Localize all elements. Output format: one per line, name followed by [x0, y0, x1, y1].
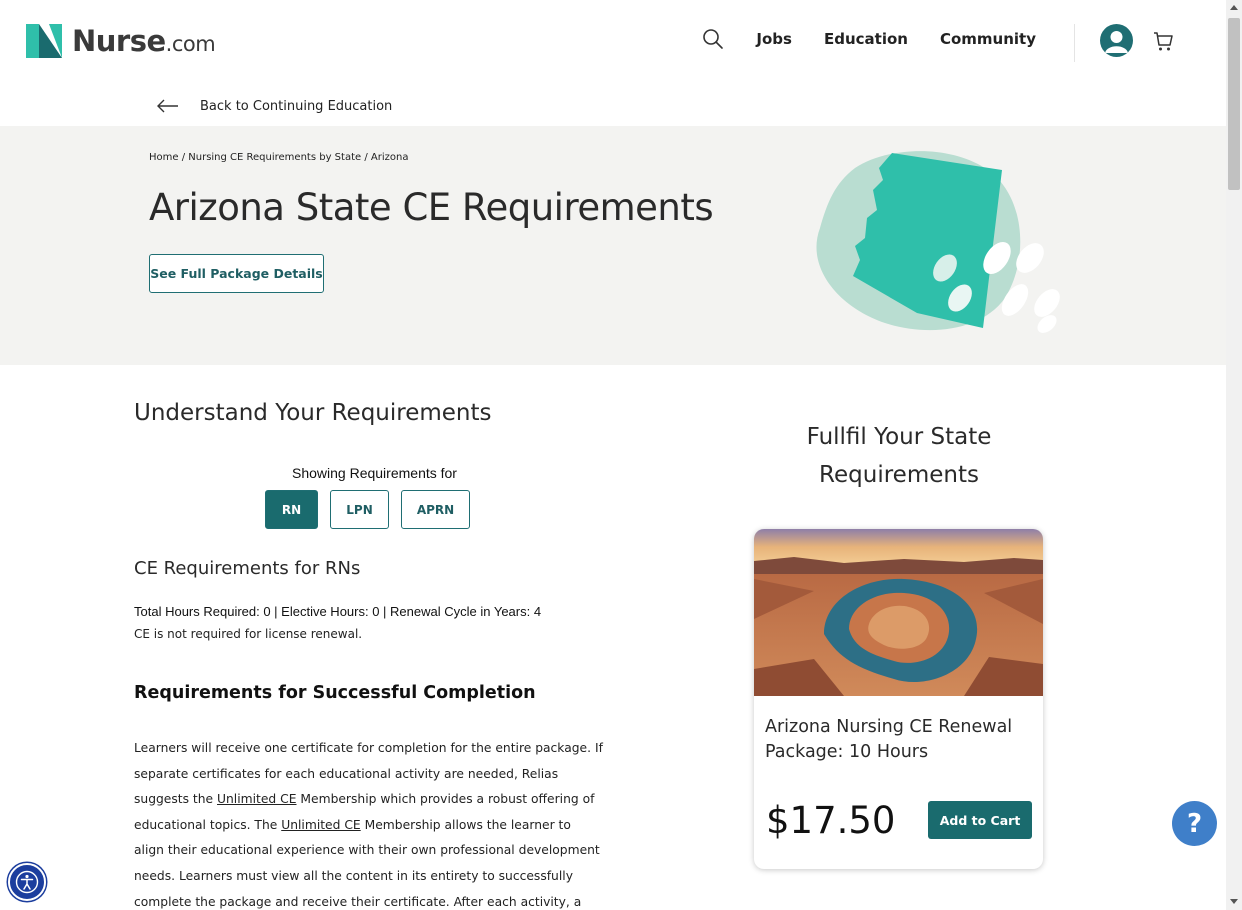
back-link-label: Back to Continuing Education: [200, 98, 393, 114]
package-card: Arizona Nursing CE Renewal Package: 10 H…: [754, 529, 1043, 869]
help-icon[interactable]: ?: [1172, 801, 1217, 846]
breadcrumb-current: Arizona: [370, 152, 409, 163]
arizona-map-illustration: [816, 151, 1060, 333]
user-avatar-icon[interactable]: [1100, 24, 1133, 57]
completion-heading: Requirements for Successful Completion: [134, 683, 536, 703]
main-nav: Jobs Education Community: [702, 28, 1036, 50]
ce-requirements-heading: CE Requirements for RNs: [134, 558, 361, 579]
completion-text: Learners will receive one certificate fo…: [134, 741, 603, 909]
hero-banner: Home / Nursing CE Requirements by State …: [0, 126, 1226, 365]
fulfil-heading: Fullfil Your State Requirements: [806, 424, 992, 488]
nav-community[interactable]: Community: [940, 30, 1036, 48]
add-to-cart-button[interactable]: Add to Cart: [928, 801, 1032, 839]
not-required-note: CE is not required for license renewal.: [134, 627, 363, 641]
tab-lpn[interactable]: LPN: [330, 490, 389, 529]
tab-rn[interactable]: RN: [265, 490, 318, 529]
page-title: Arizona State CE Requirements: [149, 186, 714, 229]
showing-label: Showing Requirements for: [292, 465, 457, 481]
logo-mark-icon: [26, 24, 62, 58]
nav-education[interactable]: Education: [824, 30, 908, 48]
hours-summary: Total Hours Required: 0 | Elective Hours…: [134, 604, 542, 619]
back-arrow-icon: [157, 99, 178, 113]
understand-heading: Understand Your Requirements: [134, 400, 492, 426]
cart-icon[interactable]: [1152, 30, 1174, 52]
logo-text: Nurse.com: [72, 24, 216, 58]
package-title[interactable]: Arizona Nursing CE Renewal Package: 10 H…: [765, 715, 1035, 765]
unlimited-ce-link[interactable]: Unlimited CE: [281, 818, 360, 832]
horseshoe-bend-image: [754, 529, 1043, 696]
package-price: $17.50: [766, 799, 896, 842]
license-tabs: RN LPN APRN: [265, 490, 470, 529]
unlimited-ce-link[interactable]: Unlimited CE: [217, 792, 296, 806]
scroll-down-icon[interactable]: [1230, 899, 1238, 904]
nav-divider: [1074, 24, 1075, 62]
breadcrumb-home[interactable]: Home: [149, 152, 179, 163]
scrollbar-thumb[interactable]: [1228, 18, 1240, 190]
tab-aprn[interactable]: APRN: [401, 490, 470, 529]
scroll-up-icon[interactable]: [1230, 5, 1238, 10]
nurse-com-logo[interactable]: Nurse.com: [26, 24, 216, 58]
breadcrumb-state-requirements[interactable]: Nursing CE Requirements by State: [188, 152, 361, 163]
accessibility-icon[interactable]: [8, 863, 46, 901]
search-icon[interactable]: [702, 28, 724, 50]
site-header: Nurse.com Jobs Education Community: [0, 0, 1226, 84]
breadcrumb: Home / Nursing CE Requirements by State …: [149, 152, 409, 163]
see-package-details-button[interactable]: See Full Package Details: [149, 254, 324, 293]
nav-jobs[interactable]: Jobs: [756, 30, 792, 48]
back-link[interactable]: Back to Continuing Education: [156, 96, 392, 116]
